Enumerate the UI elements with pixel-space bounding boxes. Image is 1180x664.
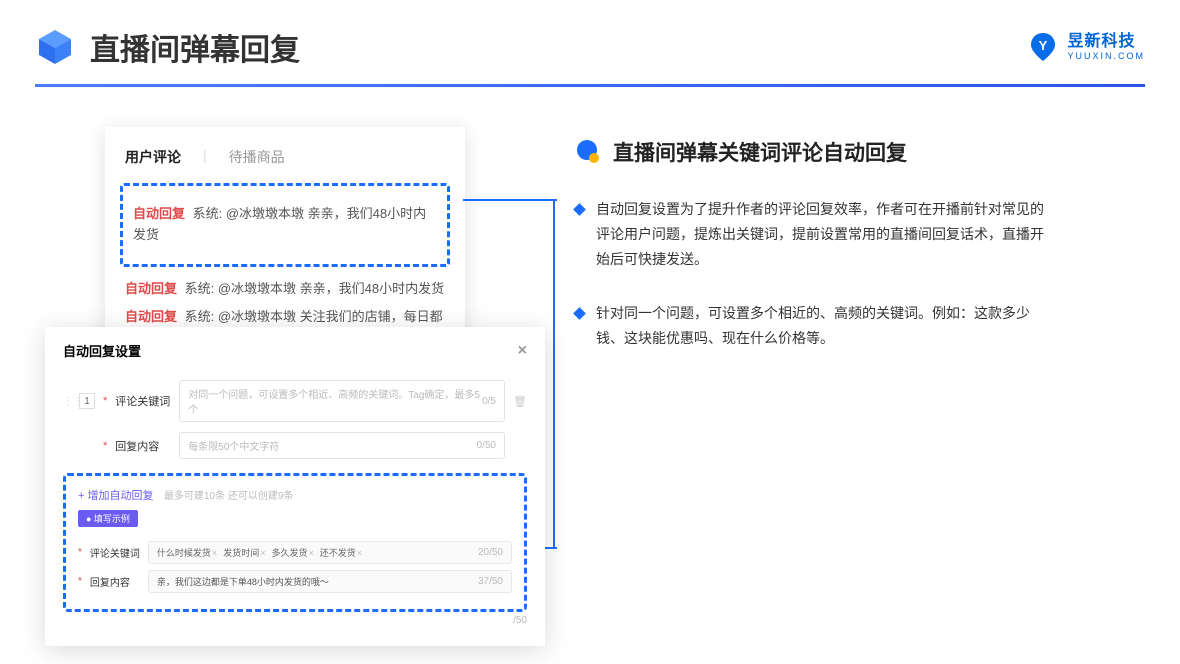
svg-text:Y: Y [1039,38,1048,53]
form-row-keyword: ⋮⋮ 1 * 评论关键词 对同一个问题，可设置多个相近、高频的关键词。Tag确定… [63,380,527,422]
diamond-bullet-icon [573,203,586,216]
diamond-bullet-icon [573,307,586,320]
field-label: 评论关键词 [90,545,140,560]
content: 用户评论 | 待播商品 自动回复 系统: @冰墩墩本墩 亲亲，我们48小时内发货… [0,87,1180,419]
auto-reply-tag: 自动回复 [133,206,185,221]
required-star: * [103,395,107,407]
field-label: 回复内容 [115,438,171,454]
bubble-icon [575,139,601,165]
connector-top [463,199,557,201]
keyword-tag: 多久发货× [271,546,313,559]
required-star: * [78,547,82,558]
bullet-text: 针对同一个问题，可设置多个相近的、高频的关键词。例如：这款多少钱、这块能优惠吗、… [596,301,1056,351]
bullet-text: 自动回复设置为了提升作者的评论回复效率，作者可在开播前针对常见的评论用户问题，提… [596,197,1056,273]
auto-reply-tag: 自动回复 [125,281,177,296]
header-brand: Y 昱新科技 YUUXIN.COM [1027,31,1145,63]
explanation-panel: 直播间弹幕关键词评论自动回复 自动回复设置为了提升作者的评论回复效率，作者可在开… [565,127,1145,379]
header-left: 直播间弹幕回复 [35,25,300,69]
close-icon[interactable]: × [518,342,527,360]
form-row-reply: * 回复内容 每条限50个中文字符 0/50 [63,432,527,459]
add-auto-reply-link[interactable]: + 增加自动回复 [78,490,153,502]
section-heading: 直播间弹幕关键词评论自动回复 [575,137,1145,167]
example-keyword-box: 什么时候发货× 发货时间× 多久发货× 还不发货× 20/50 [148,541,512,564]
counter: 0/5 [482,396,496,407]
counter: 0/50 [477,440,496,451]
page-header: 直播间弹幕回复 Y 昱新科技 YUUXIN.COM [0,0,1180,84]
auto-reply-settings-modal: 自动回复设置 × ⋮⋮ 1 * 评论关键词 对同一个问题，可设置多个相近、高频的… [45,327,545,646]
brand-sub: YUUXIN.COM [1067,52,1145,61]
keyword-tag: 还不发货× [320,546,362,559]
brand-name: 昱新科技 [1067,34,1145,50]
add-hint: 最多可建10条 还可以创建9条 [164,491,293,502]
tab-separator: | [203,147,207,167]
placeholder-text: 每条限50个中文字符 [188,438,279,453]
page-title: 直播间弹幕回复 [90,25,300,69]
keyword-input[interactable]: 对同一个问题，可设置多个相近、高频的关键词。Tag确定，最多5个 0/5 [179,380,505,422]
modal-header: 自动回复设置 × [63,341,527,360]
auto-reply-tag: 自动回复 [125,309,177,324]
example-keyword-row: * 评论关键词 什么时候发货× 发货时间× 多久发货× 还不发货× 20/50 [78,541,512,564]
comment-line: 自动回复 系统: @冰墩墩本墩 亲亲，我们48小时内发货 [125,279,445,300]
comment-line: 自动回复 系统: @冰墩墩本墩 亲亲，我们48小时内发货 [133,204,437,246]
delete-icon[interactable]: 🗑 [513,395,527,408]
bullet-item: 自动回复设置为了提升作者的评论回复效率，作者可在开播前针对常见的评论用户问题，提… [575,197,1145,273]
highlighted-comment: 自动回复 系统: @冰墩墩本墩 亲亲，我们48小时内发货 [120,183,450,267]
section-title: 直播间弹幕关键词评论自动回复 [613,137,907,167]
keyword-tag: 发货时间× [223,546,265,559]
tab-user-comments[interactable]: 用户评论 [125,147,181,167]
counter: 37/50 [478,576,503,587]
add-row: + 增加自动回复 最多可建10条 还可以创建9条 [78,486,512,504]
required-star: * [103,440,107,452]
screenshot-composite: 用户评论 | 待播商品 自动回复 系统: @冰墩墩本墩 亲亲，我们48小时内发货… [35,127,535,379]
tab-pending-products[interactable]: 待播商品 [229,147,285,167]
brand-logo-icon: Y [1027,31,1059,63]
comment-text: 系统: @冰墩墩本墩 亲亲，我们48小时内发货 [185,281,445,296]
drag-handle-icon[interactable]: ⋮⋮ [63,396,71,407]
field-label: 评论关键词 [115,393,171,409]
tag-list: 什么时候发货× 发货时间× 多久发货× 还不发货× [157,546,362,559]
brand-text: 昱新科技 YUUXIN.COM [1067,34,1145,61]
example-reply-box: 亲，我们这边都是下单48小时内发货的哦～ 37/50 [148,570,512,593]
reply-input[interactable]: 每条限50个中文字符 0/50 [179,432,505,459]
tail-counter: /50 [63,612,527,626]
field-label: 回复内容 [90,574,140,589]
tabs: 用户评论 | 待播商品 [125,147,445,167]
example-reply-row: * 回复内容 亲，我们这边都是下单48小时内发货的哦～ 37/50 [78,570,512,593]
index-badge: 1 [79,393,95,409]
keyword-tag: 什么时候发货× [157,546,217,559]
cube-icon [35,27,75,67]
counter: 20/50 [478,547,503,558]
example-reply-text: 亲，我们这边都是下单48小时内发货的哦～ [157,575,329,588]
placeholder-text: 对同一个问题，可设置多个相近、高频的关键词。Tag确定，最多5个 [188,386,482,416]
example-section: + 增加自动回复 最多可建10条 还可以创建9条 ● 填写示例 * 评论关键词 … [63,473,527,612]
modal-title: 自动回复设置 [63,341,141,360]
example-badge: ● 填写示例 [78,510,138,527]
bullet-item: 针对同一个问题，可设置多个相近的、高频的关键词。例如：这款多少钱、这块能优惠吗、… [575,301,1145,351]
required-star: * [78,576,82,587]
